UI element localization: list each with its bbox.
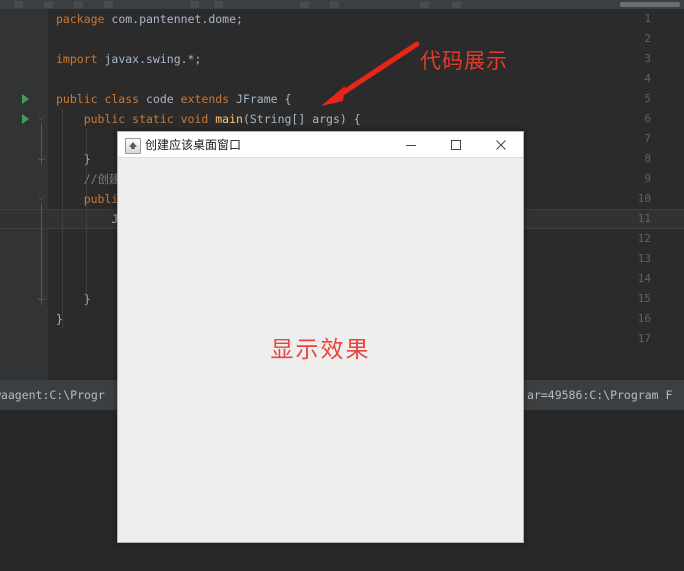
swing-titlebar[interactable]: 创建应该桌面窗口 <box>118 132 523 158</box>
code-token: public static void <box>56 112 216 126</box>
swing-window-content: 显示效果 <box>118 158 523 542</box>
line-number: 4 <box>644 72 651 85</box>
code-fold-toggle[interactable]: ⌵ <box>37 114 46 123</box>
toolbar-icon-8[interactable] <box>330 1 339 8</box>
code-line: J <box>56 209 118 229</box>
toolbar-icon-6[interactable] <box>214 1 223 8</box>
close-icon <box>495 139 506 150</box>
toolbar-icon-2[interactable] <box>44 1 53 8</box>
line-number: 5 <box>644 92 651 105</box>
indent-guide <box>86 129 87 309</box>
swing-application-window[interactable]: 创建应该桌面窗口 显示效果 <box>117 131 524 543</box>
annotation-code-label: 代码展示 <box>420 49 508 73</box>
line-number: 14 <box>637 272 651 285</box>
swing-window-title: 创建应该桌面窗口 <box>145 138 242 152</box>
line-number: 3 <box>644 52 651 65</box>
toolbar-icon-10[interactable] <box>452 1 461 8</box>
code-token: extends <box>180 92 237 106</box>
code-line: public class code extends JFrame { <box>56 89 291 109</box>
code-token: //创建 <box>56 172 121 186</box>
line-number: 2 <box>644 32 651 45</box>
code-token: publi <box>56 192 119 206</box>
code-line: publi <box>56 189 119 209</box>
maximize-button[interactable] <box>433 132 478 157</box>
line-number: 15 <box>637 292 651 305</box>
code-line <box>56 229 111 249</box>
code-token: code <box>146 92 181 106</box>
toolbar-icon-3[interactable] <box>74 1 83 8</box>
code-token: import <box>56 52 105 66</box>
code-token: J <box>56 212 119 226</box>
toolbar-icon-4[interactable] <box>104 1 113 8</box>
line-number: 16 <box>637 312 651 325</box>
code-token: com.pantennet.dome; <box>111 12 243 26</box>
line-number: 17 <box>637 332 651 345</box>
line-number: 9 <box>644 172 651 185</box>
close-button[interactable] <box>478 132 523 157</box>
code-fold-toggle[interactable]: ⌴ <box>37 154 46 163</box>
code-token: package <box>56 12 112 26</box>
code-line: //创建 <box>56 169 121 189</box>
code-fold-toggle[interactable]: ⌵ <box>37 194 46 203</box>
line-number: 7 <box>644 132 651 145</box>
toolbar-icon-9[interactable] <box>420 1 429 8</box>
code-line: public static void main(String[] args) { <box>56 109 361 129</box>
code-line <box>56 129 111 149</box>
console-text-right: ar=49586:C:\Program F <box>527 388 673 402</box>
code-token: public class <box>56 92 147 106</box>
line-number: 1 <box>644 12 651 25</box>
gutter-separator <box>47 9 48 380</box>
java-coffee-cup-icon <box>125 138 141 154</box>
line-number: 8 <box>644 152 651 165</box>
line-number: 13 <box>637 252 651 265</box>
toolbar-icon-1[interactable] <box>14 1 23 8</box>
indent-guide <box>62 109 63 329</box>
code-line <box>56 249 111 269</box>
fold-guide <box>41 203 42 305</box>
code-fold-toggle[interactable]: ⌴ <box>37 294 46 303</box>
minimize-icon <box>405 144 416 146</box>
toolbar-icon-7[interactable] <box>300 1 309 8</box>
toolbar-icon-5[interactable] <box>190 1 199 8</box>
run-gutter-icon[interactable] <box>22 94 29 104</box>
code-token: (String[] args) { <box>242 112 361 126</box>
editor-scrollbar-thumb[interactable] <box>620 2 680 7</box>
console-text-left: waagent:C:\Progr <box>0 388 105 402</box>
minimize-button[interactable] <box>388 132 433 157</box>
run-gutter-icon[interactable] <box>22 114 29 124</box>
code-line <box>56 269 111 289</box>
annotation-effect-label: 显示效果 <box>270 337 371 363</box>
line-number: 10 <box>637 192 651 205</box>
code-token: JFrame { <box>236 92 292 106</box>
code-line: package com.pantennet.dome; <box>56 9 243 29</box>
code-token: main <box>215 112 243 126</box>
code-line: import javax.swing.*; <box>56 49 201 69</box>
maximize-icon <box>450 139 461 150</box>
line-number: 11 <box>637 212 651 225</box>
code-token: javax.swing.*; <box>104 52 202 66</box>
line-number: 6 <box>644 112 651 125</box>
line-number: 12 <box>637 232 651 245</box>
